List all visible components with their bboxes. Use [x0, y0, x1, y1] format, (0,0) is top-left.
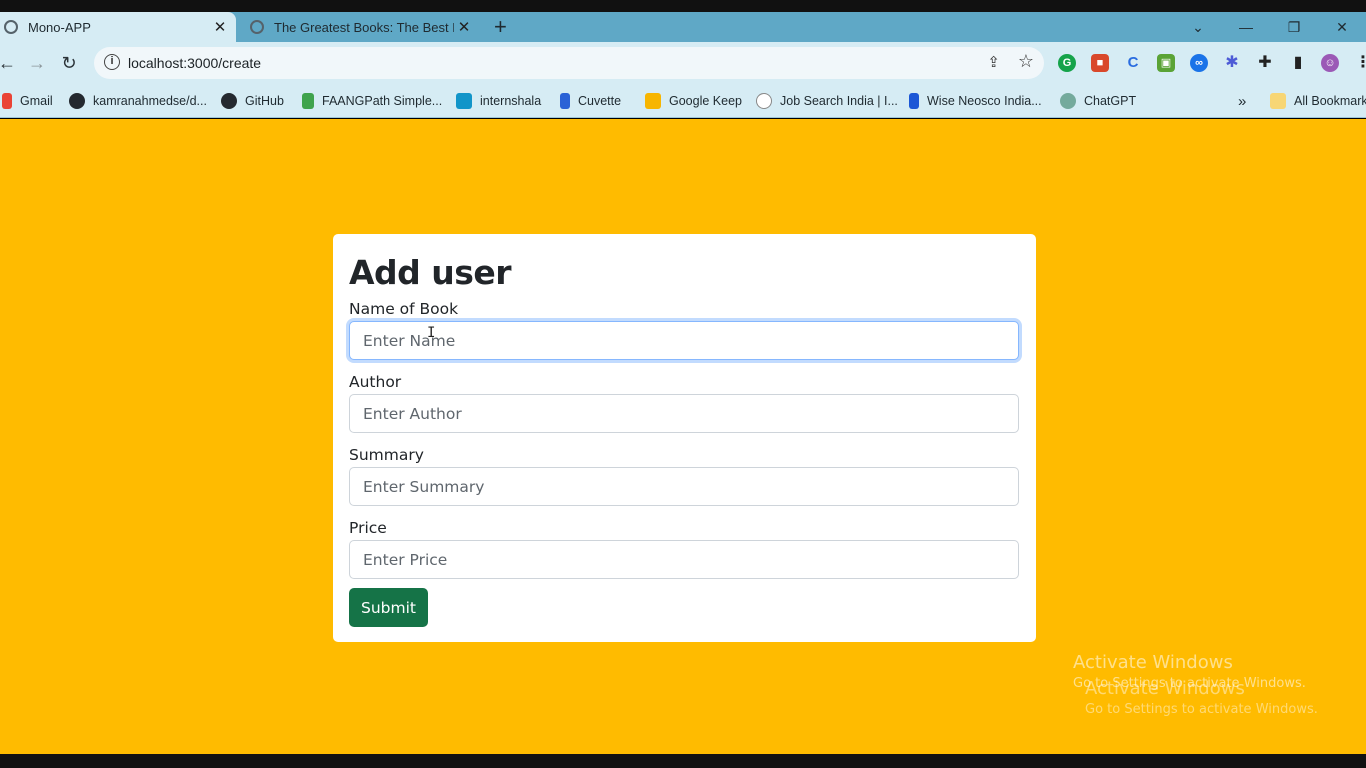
internshala-icon	[456, 93, 472, 109]
name-of-book-input[interactable]	[349, 321, 1019, 360]
chatgpt-icon	[1060, 93, 1076, 109]
author-label: Author	[349, 373, 402, 391]
add-user-form: Add user Name of Book Author Summary Pri…	[333, 234, 1036, 642]
screen-bottom-edge	[0, 754, 1366, 768]
activate-windows-watermark-ghost: Activate Windows Go to Settings to activ…	[1085, 678, 1318, 717]
globe-icon	[4, 20, 18, 34]
github-icon	[69, 93, 85, 109]
bookmark-label: ChatGPT	[1084, 94, 1137, 108]
bookmark-gmail[interactable]: Gmail	[2, 84, 53, 118]
url-text[interactable]: localhost:3000/create	[128, 55, 261, 71]
reload-button[interactable]: ↻	[56, 50, 82, 76]
bookmark-label: Google Keep	[669, 94, 742, 108]
tab-greatest-books[interactable]: The Greatest Books: The Best Bc ✕	[240, 12, 480, 42]
name-of-book-label: Name of Book	[349, 300, 459, 318]
bookmark-label: internshala	[480, 94, 542, 108]
bookmark-label: Cuvette	[578, 94, 622, 108]
window-controls: ⌄ — ❐ ✕	[1174, 12, 1366, 42]
close-icon[interactable]: ✕	[454, 18, 474, 36]
screen-top-edge	[0, 0, 1366, 12]
extension-red-icon[interactable]: ■	[1091, 54, 1109, 72]
bookmark-label: Wise Neosco India...	[927, 94, 1042, 108]
bookmarks-bar: Gmail kamranahmedse/d... GitHub FAANGPat…	[0, 84, 1366, 118]
bookmark-chatgpt[interactable]: ChatGPT	[1060, 84, 1136, 118]
bookmark-label: FAANGPath Simple...	[322, 94, 443, 108]
text-cursor-icon: I	[427, 325, 436, 341]
bookmark-kamranahmedse[interactable]: kamranahmedse/d...	[69, 84, 207, 118]
watermark-title: Activate Windows	[1073, 652, 1233, 673]
keep-icon	[645, 93, 661, 109]
tab-mono-app[interactable]: Mono-APP ✕	[0, 12, 236, 42]
watermark-title: Activate Windows	[1085, 678, 1245, 699]
extension-c-icon[interactable]: C	[1124, 54, 1142, 72]
back-button[interactable]: ←	[0, 50, 20, 76]
tab-search-icon[interactable]: ⌄	[1174, 19, 1222, 36]
bookmark-label: kamranahmedse/d...	[93, 94, 207, 108]
extensions-puzzle-icon[interactable]: ✚	[1256, 54, 1274, 72]
tab-title: Mono-APP	[28, 19, 91, 35]
grammarly-icon[interactable]: G	[1058, 54, 1076, 72]
new-tab-button[interactable]: +	[494, 12, 507, 42]
close-icon[interactable]: ✕	[210, 18, 230, 36]
bookmark-star-icon[interactable]: ☆	[1018, 51, 1034, 72]
faangpath-icon	[302, 93, 314, 109]
folder-icon	[1270, 93, 1286, 109]
cuvette-icon	[560, 93, 570, 109]
menu-kebab-icon[interactable]: ⋮	[1354, 54, 1366, 72]
restore-button[interactable]: ❐	[1270, 19, 1318, 36]
wise-icon	[909, 93, 919, 109]
form-title: Add user	[349, 253, 512, 292]
forward-button[interactable]: →	[24, 50, 50, 76]
profile-avatar-icon[interactable]: ☺	[1321, 54, 1339, 72]
browser-toolbar: ← → ↻ i localhost:3000/create ⇪ ☆ G ■ C …	[0, 42, 1366, 84]
tab-title: The Greatest Books: The Best Bc	[274, 19, 454, 35]
bookmark-google-keep[interactable]: Google Keep	[645, 84, 742, 118]
gmail-icon	[2, 93, 12, 109]
bookmark-faangpath[interactable]: FAANGPath Simple...	[302, 84, 442, 118]
author-input[interactable]	[349, 394, 1019, 433]
submit-button[interactable]: Submit	[349, 588, 428, 627]
side-panel-icon[interactable]: ▮	[1289, 54, 1307, 72]
bookmark-label: Job Search India | I...	[780, 94, 898, 108]
summary-input[interactable]	[349, 467, 1019, 506]
extension-snowflake-icon[interactable]: ✱	[1223, 54, 1241, 72]
bookmark-internshala[interactable]: internshala	[456, 84, 541, 118]
bookmark-wise-neosco[interactable]: Wise Neosco India...	[909, 84, 1042, 118]
info-icon	[756, 93, 772, 109]
extension-print-icon[interactable]: ▣	[1157, 54, 1175, 72]
bookmark-label: GitHub	[245, 94, 284, 108]
summary-label: Summary	[349, 446, 424, 464]
bookmark-label: Gmail	[20, 94, 53, 108]
github-icon	[221, 93, 237, 109]
share-icon[interactable]: ⇪	[987, 53, 1000, 71]
minimize-button[interactable]: —	[1222, 19, 1270, 35]
site-info-icon[interactable]: i	[104, 54, 120, 70]
price-input[interactable]	[349, 540, 1019, 579]
watermark-subtitle: Go to Settings to activate Windows.	[1085, 702, 1318, 717]
address-bar[interactable]: i localhost:3000/create ⇪ ☆	[94, 47, 1044, 79]
bookmark-cuvette[interactable]: Cuvette	[560, 84, 621, 118]
close-window-button[interactable]: ✕	[1318, 19, 1366, 36]
bookmark-label: All Bookmark	[1294, 94, 1366, 108]
tab-strip: Mono-APP ✕ The Greatest Books: The Best …	[0, 12, 1366, 42]
price-label: Price	[349, 519, 387, 537]
bookmark-all-bookmarks[interactable]: All Bookmark	[1270, 84, 1366, 118]
extension-loop-icon[interactable]: ∞	[1190, 54, 1208, 72]
bookmarks-overflow-icon[interactable]: »	[1238, 84, 1246, 118]
bookmark-github[interactable]: GitHub	[221, 84, 284, 118]
bookmark-job-search[interactable]: Job Search India | I...	[756, 84, 898, 118]
globe-icon	[250, 20, 264, 34]
